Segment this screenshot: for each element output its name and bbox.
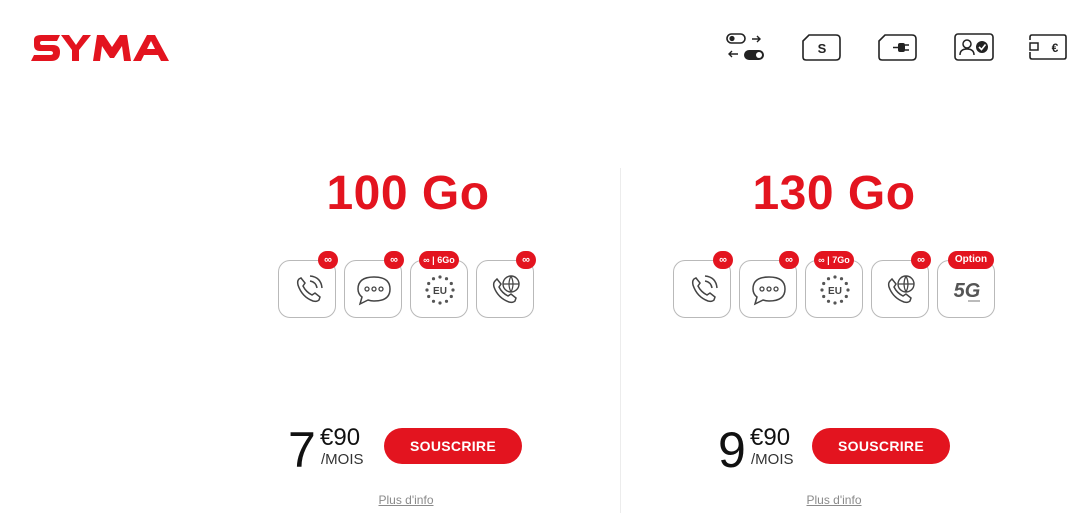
unlimited-badge: ∞	[911, 251, 931, 269]
plan-features: ∞ ∞ EU ∞ | 7Go ∞ 5G Option	[624, 251, 1044, 324]
sim-plug-icon[interactable]	[876, 30, 920, 64]
feature-sms[interactable]: ∞	[344, 251, 404, 318]
syma-logo[interactable]	[30, 34, 176, 62]
price-cents: €90	[320, 424, 361, 451]
account-verified-icon[interactable]	[952, 30, 996, 64]
subscribe-button[interactable]: SOUSCRIRE	[384, 428, 522, 464]
unlimited-badge: ∞	[713, 251, 733, 269]
price-euros: 7	[288, 422, 316, 478]
sim-s-icon[interactable]: S	[800, 30, 844, 64]
plans-divider	[620, 168, 621, 513]
feature-calls[interactable]: ∞	[673, 251, 733, 318]
feature-5g[interactable]: 5G Option	[937, 251, 995, 318]
subscribe-button[interactable]: SOUSCRIRE	[812, 428, 950, 464]
feature-eu-roaming[interactable]: EU ∞ | 6Go	[410, 251, 468, 318]
svg-text:€: €	[1052, 41, 1059, 55]
feature-eu-roaming[interactable]: EU ∞ | 7Go	[805, 251, 863, 318]
price-cents: €90	[750, 424, 791, 451]
plan-title: 130 Go	[752, 167, 916, 220]
unlimited-badge: ∞	[384, 251, 404, 269]
switch-toggle-icon[interactable]	[724, 30, 768, 64]
header-icon-bar: S €	[724, 30, 1067, 64]
sms-bubble-icon	[752, 276, 786, 306]
more-info-link[interactable]: Plus d'info	[356, 493, 456, 507]
phone-call-icon	[296, 275, 323, 303]
5g-label: 5G	[954, 280, 981, 302]
feature-calls[interactable]: ∞	[278, 251, 338, 318]
feature-sms[interactable]: ∞	[739, 251, 799, 318]
sms-bubble-icon	[357, 276, 391, 306]
svg-text:S: S	[818, 41, 827, 56]
eu-roaming-icon: EU	[425, 275, 455, 305]
plan-features: ∞ ∞ EU ∞ | 6Go ∞	[198, 251, 618, 324]
unlimited-badge: ∞	[516, 251, 536, 269]
price-unit: /MOIS	[321, 451, 364, 468]
feature-international[interactable]: ∞	[871, 251, 931, 318]
eu-roaming-icon: EU	[820, 275, 850, 305]
price-unit: /MOIS	[751, 451, 794, 468]
eu-label: EU	[433, 286, 447, 297]
option-badge: Option	[948, 251, 994, 269]
more-info-link[interactable]: Plus d'info	[784, 493, 884, 507]
5g-icon: 5G	[954, 280, 981, 302]
price-euros: 9	[718, 422, 746, 478]
unlimited-badge: ∞	[779, 251, 799, 269]
eu-label: EU	[828, 286, 842, 297]
wallet-euro-icon[interactable]: €	[1026, 30, 1070, 64]
plan-title: 100 Go	[326, 167, 490, 220]
phone-call-icon	[691, 275, 718, 303]
eu-data-badge: ∞ | 7Go	[814, 251, 854, 269]
eu-data-badge: ∞ | 6Go	[419, 251, 459, 269]
feature-international[interactable]: ∞	[476, 251, 536, 318]
plan-card-100go: 100 Go ∞ ∞ EU ∞ | 6Go ∞ 7 €90 /MOIS SOUS…	[198, 160, 618, 520]
plan-card-130go: 130 Go ∞ ∞ EU ∞ | 7Go ∞ 5G Option 9 €90 …	[624, 160, 1044, 520]
unlimited-badge: ∞	[318, 251, 338, 269]
international-call-icon	[887, 275, 915, 304]
international-call-icon	[492, 275, 520, 304]
